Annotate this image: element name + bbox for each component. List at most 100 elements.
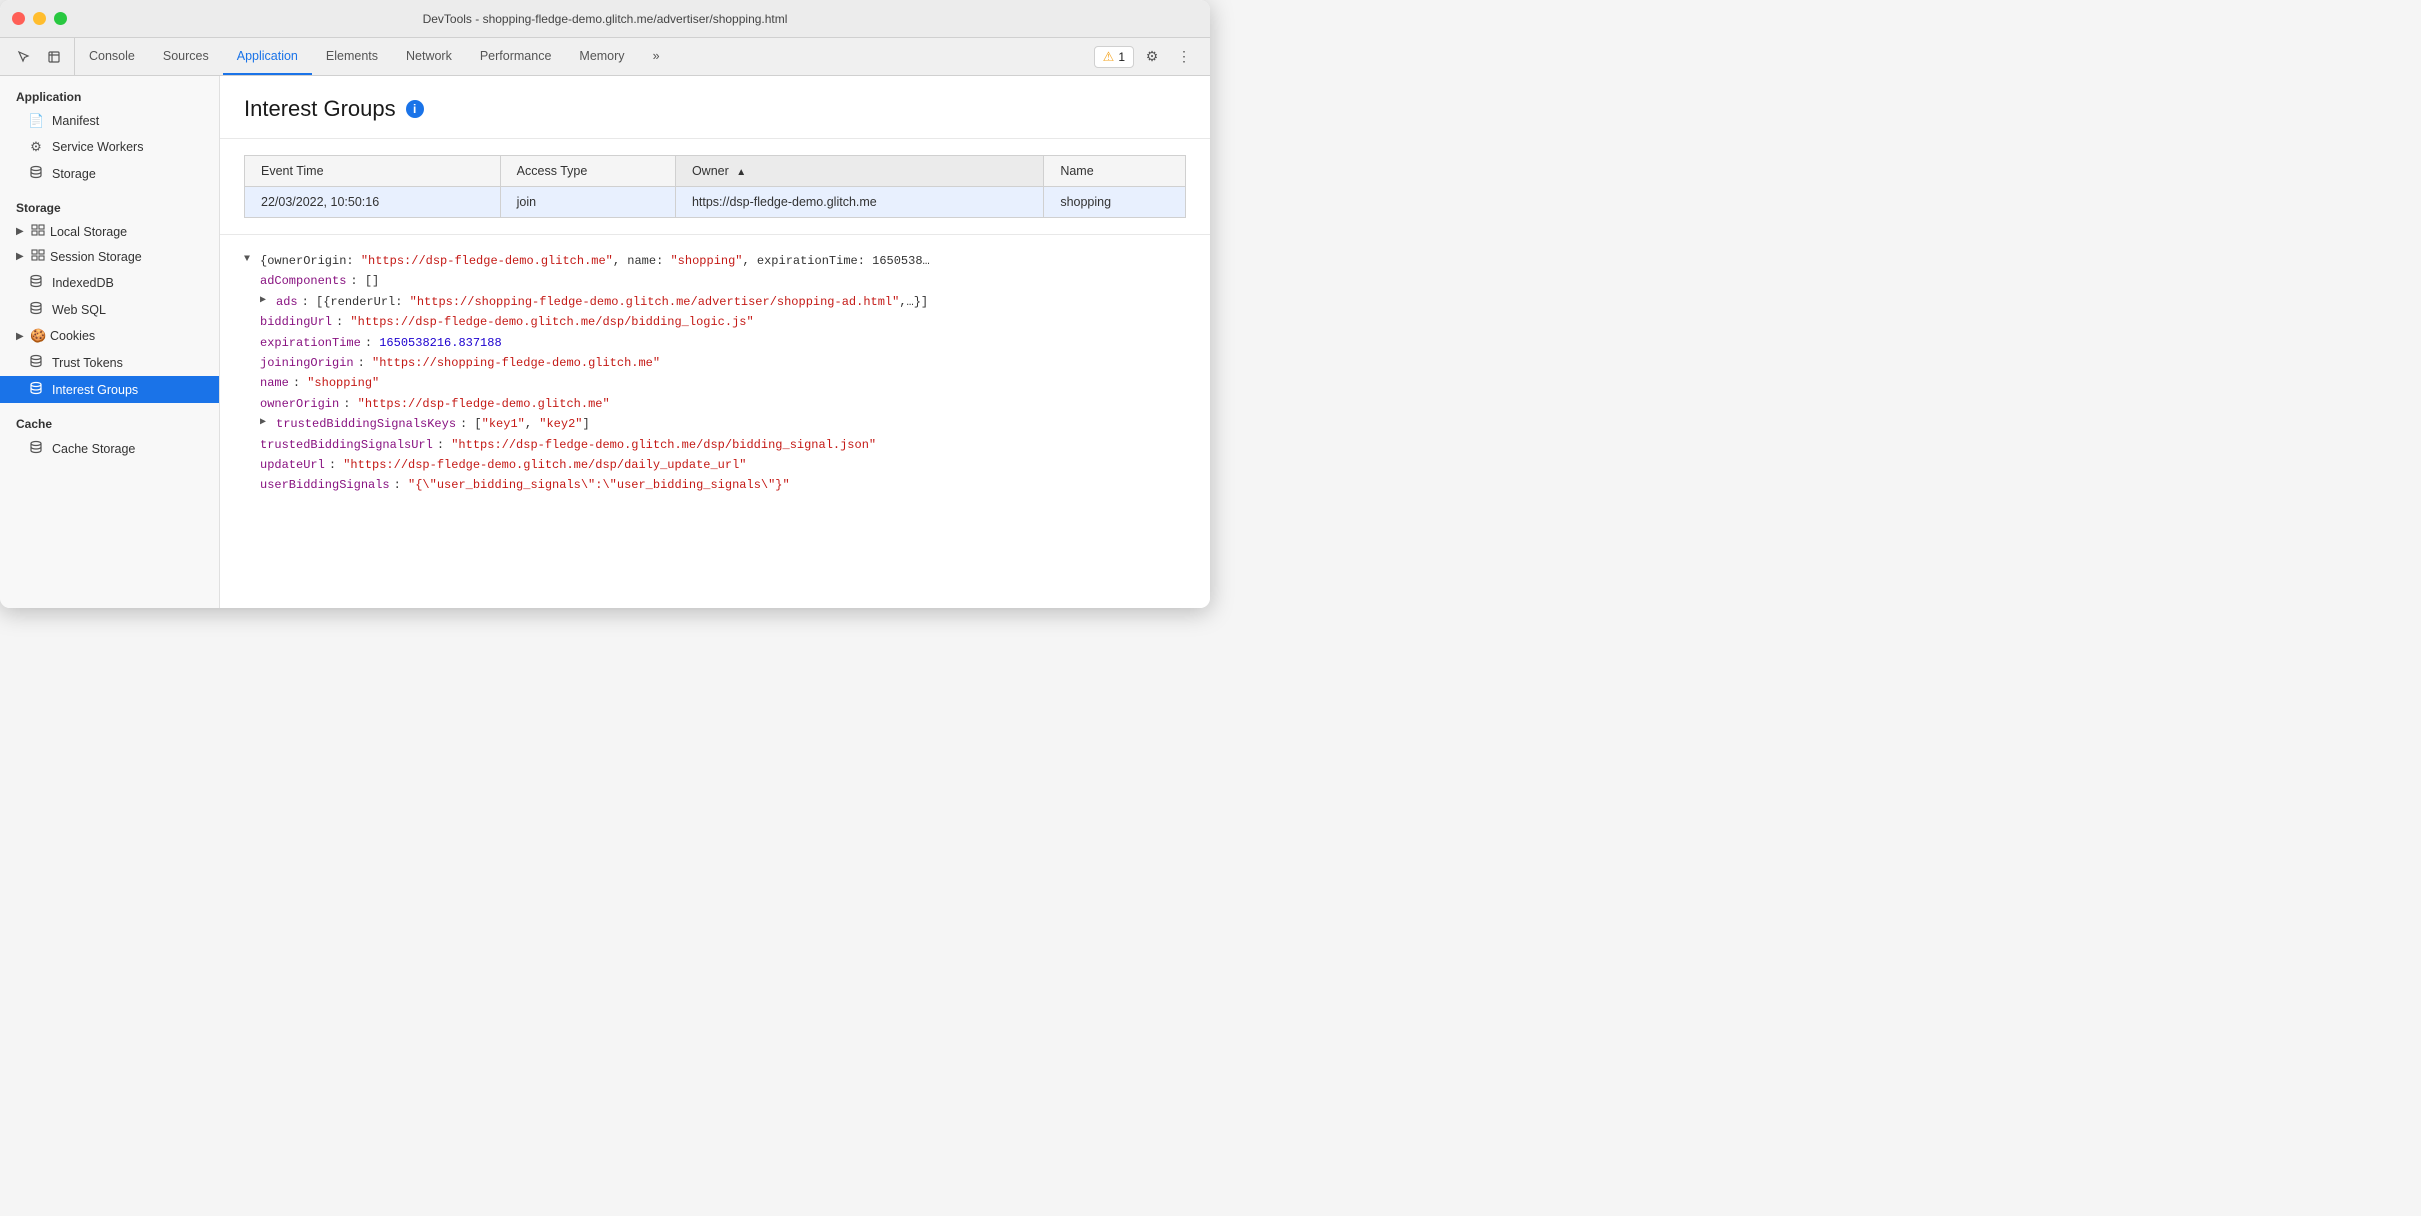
- indexeddb-icon: [28, 274, 44, 291]
- tab-performance[interactable]: Performance: [466, 38, 566, 75]
- expand-trusted-keys-arrow[interactable]: ▶: [260, 414, 272, 431]
- tab-elements[interactable]: Elements: [312, 38, 392, 75]
- db-icon-active: [29, 381, 43, 395]
- tab-sources[interactable]: Sources: [149, 38, 223, 75]
- content-header: Interest Groups i: [220, 76, 1210, 139]
- table-row[interactable]: 22/03/2022, 10:50:16 join https://dsp-fl…: [245, 187, 1186, 218]
- cursor-icon-button[interactable]: [10, 43, 38, 71]
- grid-icon: [31, 224, 45, 236]
- json-detail-view: ▼ {ownerOrigin: "https://dsp-fledge-demo…: [220, 235, 1210, 512]
- toolbar: Console Sources Application Elements Net…: [0, 38, 1210, 76]
- sidebar-item-indexeddb[interactable]: IndexedDB: [0, 269, 219, 296]
- cookies-icon: 🍪: [30, 328, 46, 344]
- table-header-row: Event Time Access Type Owner ▲ Name: [245, 156, 1186, 187]
- sidebar-item-local-storage[interactable]: ▶ Local Storage: [0, 219, 219, 244]
- settings-button[interactable]: ⚙: [1138, 43, 1166, 71]
- sidebar-item-label: Session Storage: [50, 250, 142, 264]
- interest-groups-table-container: Event Time Access Type Owner ▲ Name 22/0…: [220, 139, 1210, 235]
- sidebar-item-label: Interest Groups: [52, 383, 138, 397]
- web-sql-icon: [28, 301, 44, 318]
- db-icon: [29, 274, 43, 288]
- tab-memory[interactable]: Memory: [565, 38, 638, 75]
- trust-tokens-icon: [28, 354, 44, 371]
- service-workers-icon: ⚙: [28, 139, 44, 155]
- col-header-name[interactable]: Name: [1044, 156, 1186, 187]
- tab-more[interactable]: »: [639, 38, 674, 75]
- toolbar-tabs: Console Sources Application Elements Net…: [75, 38, 1094, 75]
- interest-groups-table: Event Time Access Type Owner ▲ Name 22/0…: [244, 155, 1186, 218]
- expand-arrow-icon: ▶: [16, 251, 26, 262]
- json-line-update-url: updateUrl: "https://dsp-fledge-demo.glit…: [244, 455, 1186, 475]
- sidebar-item-service-workers[interactable]: ⚙ Service Workers: [0, 134, 219, 160]
- col-header-owner[interactable]: Owner ▲: [675, 156, 1043, 187]
- sidebar-section-cache: Cache: [0, 411, 219, 435]
- expand-ads-arrow[interactable]: ▶: [260, 292, 272, 309]
- sidebar: Application 📄 Manifest ⚙ Service Workers…: [0, 76, 220, 608]
- json-line-ads: ▶ ads: [{renderUrl: "https://shopping-fl…: [244, 292, 1186, 312]
- titlebar-title: DevTools - shopping-fledge-demo.glitch.m…: [423, 12, 788, 26]
- sidebar-item-label: Web SQL: [52, 303, 106, 317]
- cell-owner: https://dsp-fledge-demo.glitch.me: [675, 187, 1043, 218]
- warning-badge[interactable]: ⚠ 1: [1094, 46, 1134, 68]
- local-storage-icon: [30, 224, 46, 239]
- json-root-text: {ownerOrigin: "https://dsp-fledge-demo.g…: [260, 251, 930, 271]
- sidebar-section-storage: Storage: [0, 195, 219, 219]
- sidebar-item-label: Local Storage: [50, 225, 127, 239]
- window-controls: [12, 12, 67, 25]
- db-icon: [29, 301, 43, 315]
- close-button[interactable]: [12, 12, 25, 25]
- main-area: Application 📄 Manifest ⚙ Service Workers…: [0, 76, 1210, 608]
- json-key: ads: [276, 292, 298, 312]
- grid-icon: [31, 249, 45, 261]
- warning-count: 1: [1118, 50, 1125, 64]
- page-title-row: Interest Groups i: [244, 96, 1186, 122]
- toolbar-right: ⚠ 1 ⚙ ⋮: [1094, 43, 1206, 71]
- inspect-icon-button[interactable]: [40, 43, 68, 71]
- json-line-root: ▼ {ownerOrigin: "https://dsp-fledge-demo…: [244, 251, 1186, 271]
- col-header-event-time[interactable]: Event Time: [245, 156, 501, 187]
- interest-groups-icon: [28, 381, 44, 398]
- sidebar-item-cache-storage[interactable]: Cache Storage: [0, 435, 219, 462]
- expand-arrow-icon: ▶: [16, 226, 26, 237]
- cell-event-time: 22/03/2022, 10:50:16: [245, 187, 501, 218]
- sidebar-item-interest-groups[interactable]: Interest Groups: [0, 376, 219, 403]
- info-icon-button[interactable]: i: [406, 100, 424, 118]
- inspect-icon: [47, 50, 61, 64]
- sidebar-item-label: Cookies: [50, 329, 95, 343]
- json-line-adcomponents: adComponents: []: [244, 271, 1186, 291]
- tab-network[interactable]: Network: [392, 38, 466, 75]
- tab-application[interactable]: Application: [223, 38, 312, 75]
- json-key: adComponents: [260, 271, 346, 291]
- col-header-access-type[interactable]: Access Type: [500, 156, 675, 187]
- cache-storage-icon: [28, 440, 44, 457]
- json-line-trusted-url: trustedBiddingSignalsUrl: "https://dsp-f…: [244, 435, 1186, 455]
- manifest-icon: 📄: [28, 113, 44, 129]
- json-key: trustedBiddingSignalsKeys: [276, 414, 456, 434]
- json-line-name: name: "shopping": [244, 373, 1186, 393]
- sidebar-item-web-sql[interactable]: Web SQL: [0, 296, 219, 323]
- json-line-user-bidding-signals: userBiddingSignals: "{\"user_bidding_sig…: [244, 475, 1186, 495]
- sidebar-item-session-storage[interactable]: ▶ Session Storage: [0, 244, 219, 269]
- expand-root-arrow[interactable]: ▼: [244, 251, 256, 268]
- db-icon: [29, 354, 43, 368]
- sidebar-item-label: IndexedDB: [52, 276, 114, 290]
- json-key: joiningOrigin: [260, 353, 354, 373]
- json-key: userBiddingSignals: [260, 475, 390, 495]
- sidebar-item-label: Storage: [52, 167, 96, 181]
- cursor-icon: [17, 50, 31, 64]
- json-key: biddingUrl: [260, 312, 332, 332]
- tab-console[interactable]: Console: [75, 38, 149, 75]
- sidebar-item-trust-tokens[interactable]: Trust Tokens: [0, 349, 219, 376]
- sidebar-item-label: Cache Storage: [52, 442, 135, 456]
- devtools-window: DevTools - shopping-fledge-demo.glitch.m…: [0, 0, 1210, 608]
- minimize-button[interactable]: [33, 12, 46, 25]
- sidebar-item-label: Service Workers: [52, 140, 143, 154]
- more-menu-button[interactable]: ⋮: [1170, 43, 1198, 71]
- json-key: trustedBiddingSignalsUrl: [260, 435, 433, 455]
- warning-icon: ⚠: [1103, 49, 1115, 65]
- sidebar-item-manifest[interactable]: 📄 Manifest: [0, 108, 219, 134]
- sidebar-item-storage[interactable]: Storage: [0, 160, 219, 187]
- json-line-expiration: expirationTime: 1650538216.837188: [244, 333, 1186, 353]
- maximize-button[interactable]: [54, 12, 67, 25]
- sidebar-item-cookies[interactable]: ▶ 🍪 Cookies: [0, 323, 219, 349]
